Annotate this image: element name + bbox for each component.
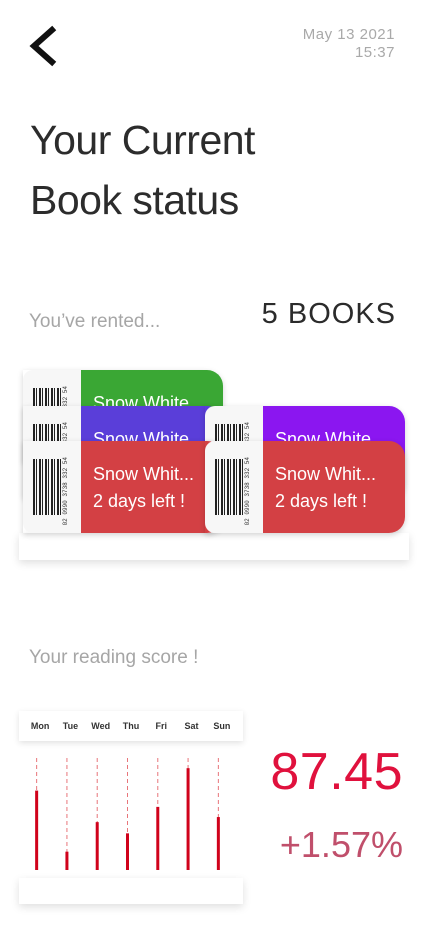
day-label-sat: Sat (184, 721, 199, 731)
bar-fri (156, 806, 160, 870)
day-label-fri: Fri (155, 721, 168, 731)
time-text: 15:37 (354, 44, 395, 61)
bar-mon (35, 790, 39, 870)
ticket-stub: 02 0990 3738 332 54 (205, 441, 263, 533)
bar-tue (65, 851, 69, 870)
day-label-thu: Thu (122, 721, 140, 731)
rented-books: 02 0990 3738 332 54 Snow White 02 0990 3… (0, 360, 428, 570)
bar-wed (95, 822, 99, 870)
reading-score-value: 87.45 (270, 743, 403, 801)
cards-shelf (19, 533, 409, 560)
page-title-line-1: Your Current (30, 117, 255, 163)
reading-score-change: +1.57% (279, 824, 403, 865)
book-ticket[interactable]: 02 0990 3738 332 54 Snow Whit... 2 days … (205, 441, 405, 533)
page-title-line-2: Book status (30, 177, 239, 223)
day-label-wed: Wed (91, 721, 111, 731)
book-title: Snow Whit... (275, 464, 377, 484)
barcode-icon (215, 459, 243, 515)
day-label-tue: Tue (62, 721, 79, 731)
book-ticket[interactable]: 02 0990 3738 332 54 Snow Whit... 2 days … (23, 441, 223, 533)
reading-bar-chart (35, 758, 220, 870)
books-count: 5 BOOKS (261, 298, 396, 330)
book-status: 2 days left ! (275, 491, 368, 511)
date-time: May 13 2021 15:37 (303, 26, 395, 62)
book-status: 2 days left ! (93, 491, 186, 511)
bar-thu (126, 833, 129, 870)
chevron-left-icon (29, 25, 57, 67)
back-button[interactable] (26, 24, 62, 68)
bar-sat (186, 768, 190, 870)
bar-sun (216, 817, 220, 870)
barcode-icon (33, 459, 61, 515)
book-title: Snow Whit... (93, 464, 195, 484)
ticket-body: Snow Whit... 2 days left ! (81, 441, 223, 533)
day-label-mon: Mon (30, 721, 50, 731)
ticket-stub: 02 0990 3738 332 54 (23, 441, 81, 533)
ticket-body: Snow Whit... 2 days left ! (263, 441, 405, 533)
chart-shelf (19, 878, 243, 904)
day-label-sun: Sun (213, 721, 231, 731)
page-title: Your Current Book status (30, 110, 255, 230)
date-text: May 13 2021 (302, 26, 395, 43)
ticket-code: 02 0990 3738 332 54 (62, 457, 69, 526)
rented-label: You’ve rented... (29, 311, 161, 332)
reading-score-label: Your reading score ! (29, 647, 199, 668)
ticket-code: 02 0990 3738 332 54 (244, 457, 251, 526)
weekday-header: Mon Tue Wed Thu Fri Sat Sun (19, 711, 243, 741)
